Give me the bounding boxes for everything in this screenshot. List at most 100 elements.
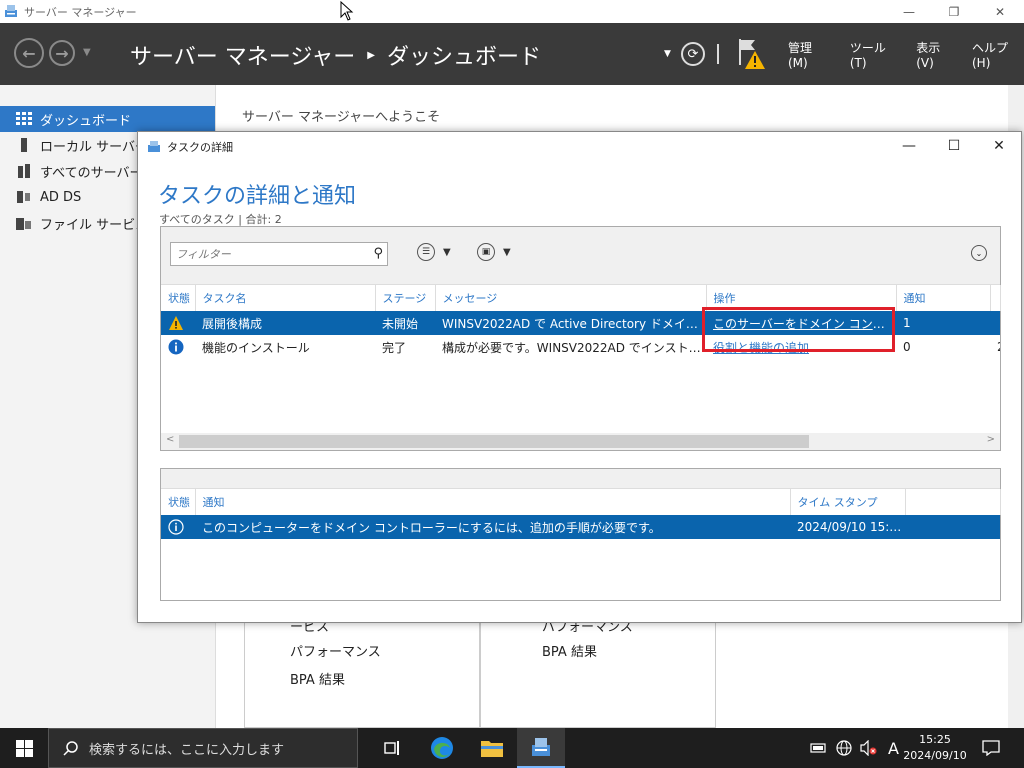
window-titlebar: サーバー マネージャー — ❐ ✕ xyxy=(0,0,1024,23)
history-dropdown-icon[interactable]: ▼ xyxy=(83,47,91,58)
info-icon xyxy=(168,339,184,355)
notification-timestamp: 2024/09/10 15:23:45 xyxy=(790,515,905,539)
dialog-minimize-button[interactable]: — xyxy=(886,132,932,160)
flag-warning-icon xyxy=(738,39,765,69)
dialog-title: タスクの詳細 xyxy=(167,141,233,154)
folder-icon xyxy=(481,741,503,757)
menu-help[interactable]: ヘルプ(H) xyxy=(972,39,1024,70)
task-name: 機能のインストール xyxy=(202,340,310,355)
col-extra[interactable] xyxy=(990,285,1001,311)
close-button[interactable]: ✕ xyxy=(977,0,1023,23)
scroll-left-icon[interactable]: < xyxy=(166,434,174,445)
action-highlight-box xyxy=(702,307,895,352)
save-options-button[interactable]: ▣ ▼ xyxy=(477,243,511,261)
col-task-name[interactable]: タスク名 xyxy=(195,285,376,311)
header-actions: ▼ ⟳ xyxy=(664,23,765,85)
task-view-icon xyxy=(384,741,399,755)
system-tray: A xyxy=(810,728,899,768)
scrollbar-thumb[interactable] xyxy=(179,435,809,448)
server-tile-2: パフォーマンス BPA 結果 xyxy=(480,622,716,728)
notifications-table: 状態 通知 タイム スタンプ このコンピューターをドメイン コントローラーにする… xyxy=(161,489,1001,539)
volume-muted-icon[interactable] xyxy=(860,740,878,756)
notification-center-button[interactable] xyxy=(968,728,1014,768)
list-icon: ☰ xyxy=(417,243,435,261)
arrow-left-icon: ← xyxy=(22,43,36,63)
network-icon[interactable] xyxy=(810,741,826,755)
notifications-panel: 状態 通知 タイム スタンプ このコンピューターをドメイン コントローラーにする… xyxy=(160,468,1001,601)
start-button[interactable] xyxy=(0,728,48,768)
breadcrumb-root[interactable]: サーバー マネージャー xyxy=(130,39,355,71)
task-extra: 2 xyxy=(990,335,1000,359)
task-count: すべてのタスク | 合計: 2 xyxy=(159,213,282,226)
taskbar-search[interactable]: 検索するには、ここに入力します xyxy=(48,728,358,768)
col-status[interactable]: 状態 xyxy=(161,285,196,311)
tile-line-performance[interactable]: パフォーマンス xyxy=(290,641,381,660)
task-view-button[interactable] xyxy=(368,728,416,768)
task-details-dialog: タスクの詳細 — ☐ ✕ タスクの詳細と通知 すべてのタスク | 合計: 2 ⚲… xyxy=(137,131,1022,623)
dialog-maximize-button[interactable]: ☐ xyxy=(931,132,977,160)
refresh-icon[interactable]: ⟳ xyxy=(680,42,705,66)
expand-icon[interactable]: ⌄ xyxy=(971,245,987,261)
file-explorer-button[interactable] xyxy=(468,728,516,768)
search-icon xyxy=(63,741,78,756)
dashboard-grid-icon xyxy=(16,112,32,125)
server-tile-1: ービス パフォーマンス BPA 結果 xyxy=(244,620,480,728)
back-button[interactable]: ← xyxy=(14,38,44,68)
status-cell xyxy=(161,335,195,359)
col-status[interactable]: 状態 xyxy=(161,489,196,515)
server-manager-app-icon xyxy=(5,5,17,17)
minimize-button[interactable]: — xyxy=(886,0,932,23)
menu-view[interactable]: 表示(V) xyxy=(916,39,956,70)
col-notification[interactable]: 通知 xyxy=(195,489,791,515)
dialog-titlebar: タスクの詳細 — ☐ ✕ xyxy=(138,132,1021,160)
table-row[interactable]: このコンピューターをドメイン コントローラーにするには、追加の手順が必要です。 … xyxy=(161,515,1000,539)
menu-tools[interactable]: ツール(T) xyxy=(850,39,900,70)
task-notify: 0 xyxy=(903,340,911,354)
tile-line-bpa[interactable]: BPA 結果 xyxy=(542,641,597,660)
maximize-button[interactable]: ❐ xyxy=(931,0,977,23)
search-icon[interactable]: ⚲ xyxy=(373,246,383,261)
ad-ds-icon xyxy=(17,191,30,203)
warning-icon xyxy=(169,316,183,330)
dialog-heading: タスクの詳細と通知 xyxy=(158,184,357,209)
info-icon xyxy=(168,519,184,535)
server-manager-taskbar-button[interactable] xyxy=(517,728,565,768)
tasks-horizontal-scrollbar[interactable]: < > xyxy=(161,433,1000,450)
clock-date: 2024/09/10 xyxy=(903,749,967,762)
welcome-heading: サーバー マネージャーへようこそ xyxy=(242,110,441,125)
dropdown-icon[interactable]: ▼ xyxy=(664,49,671,59)
chevron-down-icon: ▼ xyxy=(443,246,451,258)
col-stage[interactable]: ステージ xyxy=(375,285,436,311)
scroll-right-icon[interactable]: > xyxy=(987,434,995,445)
filter-input[interactable] xyxy=(171,243,361,265)
task-notify: 1 xyxy=(896,311,990,335)
col-extra[interactable] xyxy=(905,489,1001,515)
col-notify[interactable]: 通知 xyxy=(896,285,991,311)
task-extra xyxy=(990,311,1000,335)
sidebar-item-label: AD DS xyxy=(40,189,82,205)
header-divider xyxy=(716,44,719,64)
col-timestamp[interactable]: タイム スタンプ xyxy=(790,489,906,515)
globe-icon[interactable] xyxy=(836,740,852,756)
col-message[interactable]: メッセージ xyxy=(435,285,707,311)
list-options-button[interactable]: ☰ ▼ xyxy=(417,243,451,261)
task-stage: 未開始 xyxy=(375,311,435,335)
breadcrumb-separator-icon: ▶ xyxy=(367,49,375,61)
notifications-flag-icon[interactable] xyxy=(737,37,765,71)
dialog-close-button[interactable]: ✕ xyxy=(976,132,1022,160)
taskbar-clock[interactable]: 15:25 2024/09/10 xyxy=(893,732,977,764)
sidebar-item-label: ダッシュボード xyxy=(40,113,132,129)
sidebar-item-label: すべてのサーバー xyxy=(40,165,143,181)
edge-icon xyxy=(431,737,453,759)
clock-time: 15:25 xyxy=(919,733,951,746)
taskbar: 検索するには、ここに入力します A 15:25 2024/09/10 xyxy=(0,728,1024,768)
sidebar-item-dashboard[interactable]: ダッシュボード xyxy=(0,106,215,132)
tile-line-bpa[interactable]: BPA 結果 xyxy=(290,669,345,688)
table-header-row: 状態 通知 タイム スタンプ xyxy=(161,489,1001,515)
sidebar-item-label: ローカル サーバー xyxy=(40,139,149,155)
file-services-icon xyxy=(16,218,31,230)
menu-manage[interactable]: 管理(M) xyxy=(788,39,830,70)
filter-box[interactable]: ⚲ xyxy=(170,242,388,266)
edge-browser-button[interactable] xyxy=(418,728,466,768)
forward-button[interactable]: → xyxy=(49,40,75,66)
